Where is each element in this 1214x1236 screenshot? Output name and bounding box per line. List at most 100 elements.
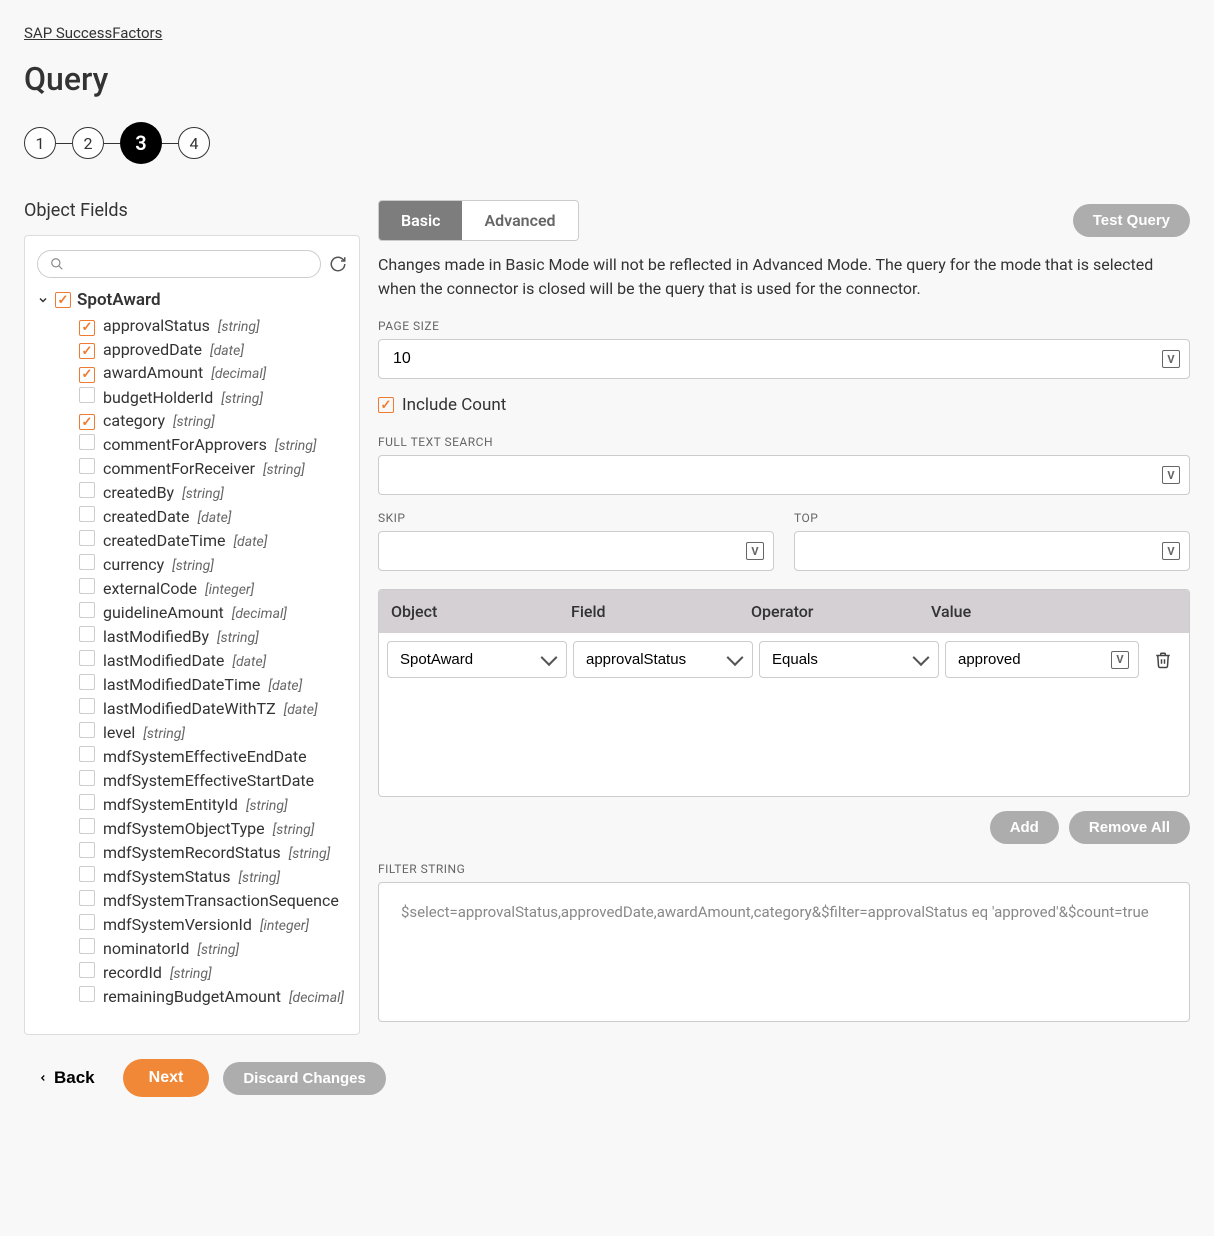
field-checkbox[interactable] [79, 320, 95, 336]
field-checkbox[interactable] [79, 578, 95, 594]
tree-item[interactable]: commentForApprovers[string] [79, 432, 347, 456]
step-1[interactable]: 1 [24, 127, 56, 159]
field-checkbox[interactable] [79, 482, 95, 498]
top-input[interactable] [794, 531, 1190, 571]
variable-icon[interactable]: V [746, 542, 764, 560]
tree-item[interactable]: nominatorId[string] [79, 936, 347, 960]
field-checkbox[interactable] [79, 554, 95, 570]
field-checkbox[interactable] [79, 506, 95, 522]
back-button[interactable]: Back [24, 1060, 109, 1096]
field-name: recordId [103, 963, 162, 982]
field-checkbox[interactable] [79, 938, 95, 954]
refresh-icon[interactable] [329, 255, 347, 273]
discard-button[interactable]: Discard Changes [223, 1062, 386, 1095]
tree-item[interactable]: budgetHolderId[string] [79, 385, 347, 409]
field-checkbox[interactable] [79, 367, 95, 383]
tree-item[interactable]: approvalStatus[string] [79, 314, 347, 338]
field-checkbox[interactable] [79, 914, 95, 930]
tree-item[interactable]: awardAmount[decimal] [79, 361, 347, 385]
full-text-input[interactable] [378, 455, 1190, 495]
test-query-button[interactable]: Test Query [1073, 204, 1190, 237]
tree-item[interactable]: guidelineAmount[decimal] [79, 600, 347, 624]
tree-item[interactable]: lastModifiedBy[string] [79, 624, 347, 648]
tree-item[interactable]: category[string] [79, 409, 347, 433]
field-checkbox[interactable] [79, 530, 95, 546]
variable-icon[interactable]: V [1111, 651, 1129, 669]
tree-item[interactable]: mdfSystemObjectType[string] [79, 816, 347, 840]
tab-advanced[interactable]: Advanced [462, 201, 577, 240]
tree-item[interactable]: externalCode[integer] [79, 576, 347, 600]
search-icon [50, 257, 64, 271]
tree-item[interactable]: remainingBudgetAmount[decimal] [79, 984, 347, 1008]
tree-item[interactable]: lastModifiedDateTime[date] [79, 672, 347, 696]
field-type: [date] [233, 534, 267, 550]
field-checkbox[interactable] [79, 986, 95, 1002]
field-checkbox[interactable] [79, 842, 95, 858]
tree-item[interactable]: mdfSystemEffectiveStartDate [79, 768, 347, 792]
tree-item[interactable]: mdfSystemTransactionSequence [79, 888, 347, 912]
variable-icon[interactable]: V [1162, 350, 1180, 368]
search-input[interactable] [72, 256, 308, 272]
tree-item[interactable]: lastModifiedDate[date] [79, 648, 347, 672]
tree-item[interactable]: commentForReceiver[string] [79, 456, 347, 480]
tree-item[interactable]: mdfSystemStatus[string] [79, 864, 347, 888]
page-size-input[interactable] [378, 339, 1190, 379]
field-name: mdfSystemTransactionSequence [103, 891, 339, 910]
tree-item[interactable]: createdDate[date] [79, 504, 347, 528]
tree-root-label[interactable]: SpotAward [77, 290, 161, 310]
field-checkbox[interactable] [79, 434, 95, 450]
filter-object-select[interactable]: SpotAward [387, 641, 567, 678]
root-checkbox[interactable] [55, 292, 71, 308]
variable-icon[interactable]: V [1162, 466, 1180, 484]
tree-item[interactable]: currency[string] [79, 552, 347, 576]
next-button[interactable]: Next [123, 1059, 210, 1097]
tree-item[interactable]: createdBy[string] [79, 480, 347, 504]
chevron-down-icon[interactable] [37, 294, 49, 306]
field-checkbox[interactable] [79, 343, 95, 359]
field-checkbox[interactable] [79, 650, 95, 666]
tree-item[interactable]: mdfSystemVersionId[integer] [79, 912, 347, 936]
search-input-wrapper[interactable] [37, 250, 321, 278]
field-checkbox[interactable] [79, 698, 95, 714]
field-checkbox[interactable] [79, 414, 95, 430]
field-checkbox[interactable] [79, 818, 95, 834]
variable-icon[interactable]: V [1162, 542, 1180, 560]
tree-item[interactable]: mdfSystemEntityId[string] [79, 792, 347, 816]
field-type: [string] [275, 438, 317, 454]
tree-item[interactable]: createdDateTime[date] [79, 528, 347, 552]
tree-item[interactable]: mdfSystemRecordStatus[string] [79, 840, 347, 864]
field-checkbox[interactable] [79, 626, 95, 642]
field-checkbox[interactable] [79, 387, 95, 403]
field-checkbox[interactable] [79, 794, 95, 810]
step-4[interactable]: 4 [178, 127, 210, 159]
include-count-checkbox[interactable] [378, 397, 394, 413]
filter-field-select[interactable]: approvalStatus [573, 641, 753, 678]
breadcrumb[interactable]: SAP SuccessFactors [24, 24, 162, 42]
field-checkbox[interactable] [79, 458, 95, 474]
skip-input[interactable] [378, 531, 774, 571]
field-checkbox[interactable] [79, 866, 95, 882]
step-3[interactable]: 3 [120, 122, 162, 164]
step-2[interactable]: 2 [72, 127, 104, 159]
add-button[interactable]: Add [990, 811, 1059, 844]
field-checkbox[interactable] [79, 890, 95, 906]
tree-item[interactable]: lastModifiedDateWithTZ[date] [79, 696, 347, 720]
tree-item[interactable]: level[string] [79, 720, 347, 744]
field-checkbox[interactable] [79, 746, 95, 762]
field-checkbox[interactable] [79, 770, 95, 786]
trash-icon[interactable] [1154, 651, 1172, 669]
tree-item[interactable]: mdfSystemEffectiveEndDate [79, 744, 347, 768]
tree-item[interactable]: recordId[string] [79, 960, 347, 984]
field-checkbox[interactable] [79, 722, 95, 738]
field-type: [integer] [260, 918, 309, 934]
tab-basic[interactable]: Basic [379, 201, 462, 240]
remove-all-button[interactable]: Remove All [1069, 811, 1190, 844]
field-checkbox[interactable] [79, 962, 95, 978]
field-checkbox[interactable] [79, 674, 95, 690]
filter-value-input[interactable] [945, 641, 1139, 678]
filter-string-textarea[interactable]: $select=approvalStatus,approvedDate,awar… [378, 882, 1190, 1022]
field-checkbox[interactable] [79, 602, 95, 618]
field-name: mdfSystemRecordStatus [103, 843, 281, 862]
filter-operator-select[interactable]: Equals [759, 641, 939, 678]
tree-item[interactable]: approvedDate[date] [79, 338, 347, 362]
